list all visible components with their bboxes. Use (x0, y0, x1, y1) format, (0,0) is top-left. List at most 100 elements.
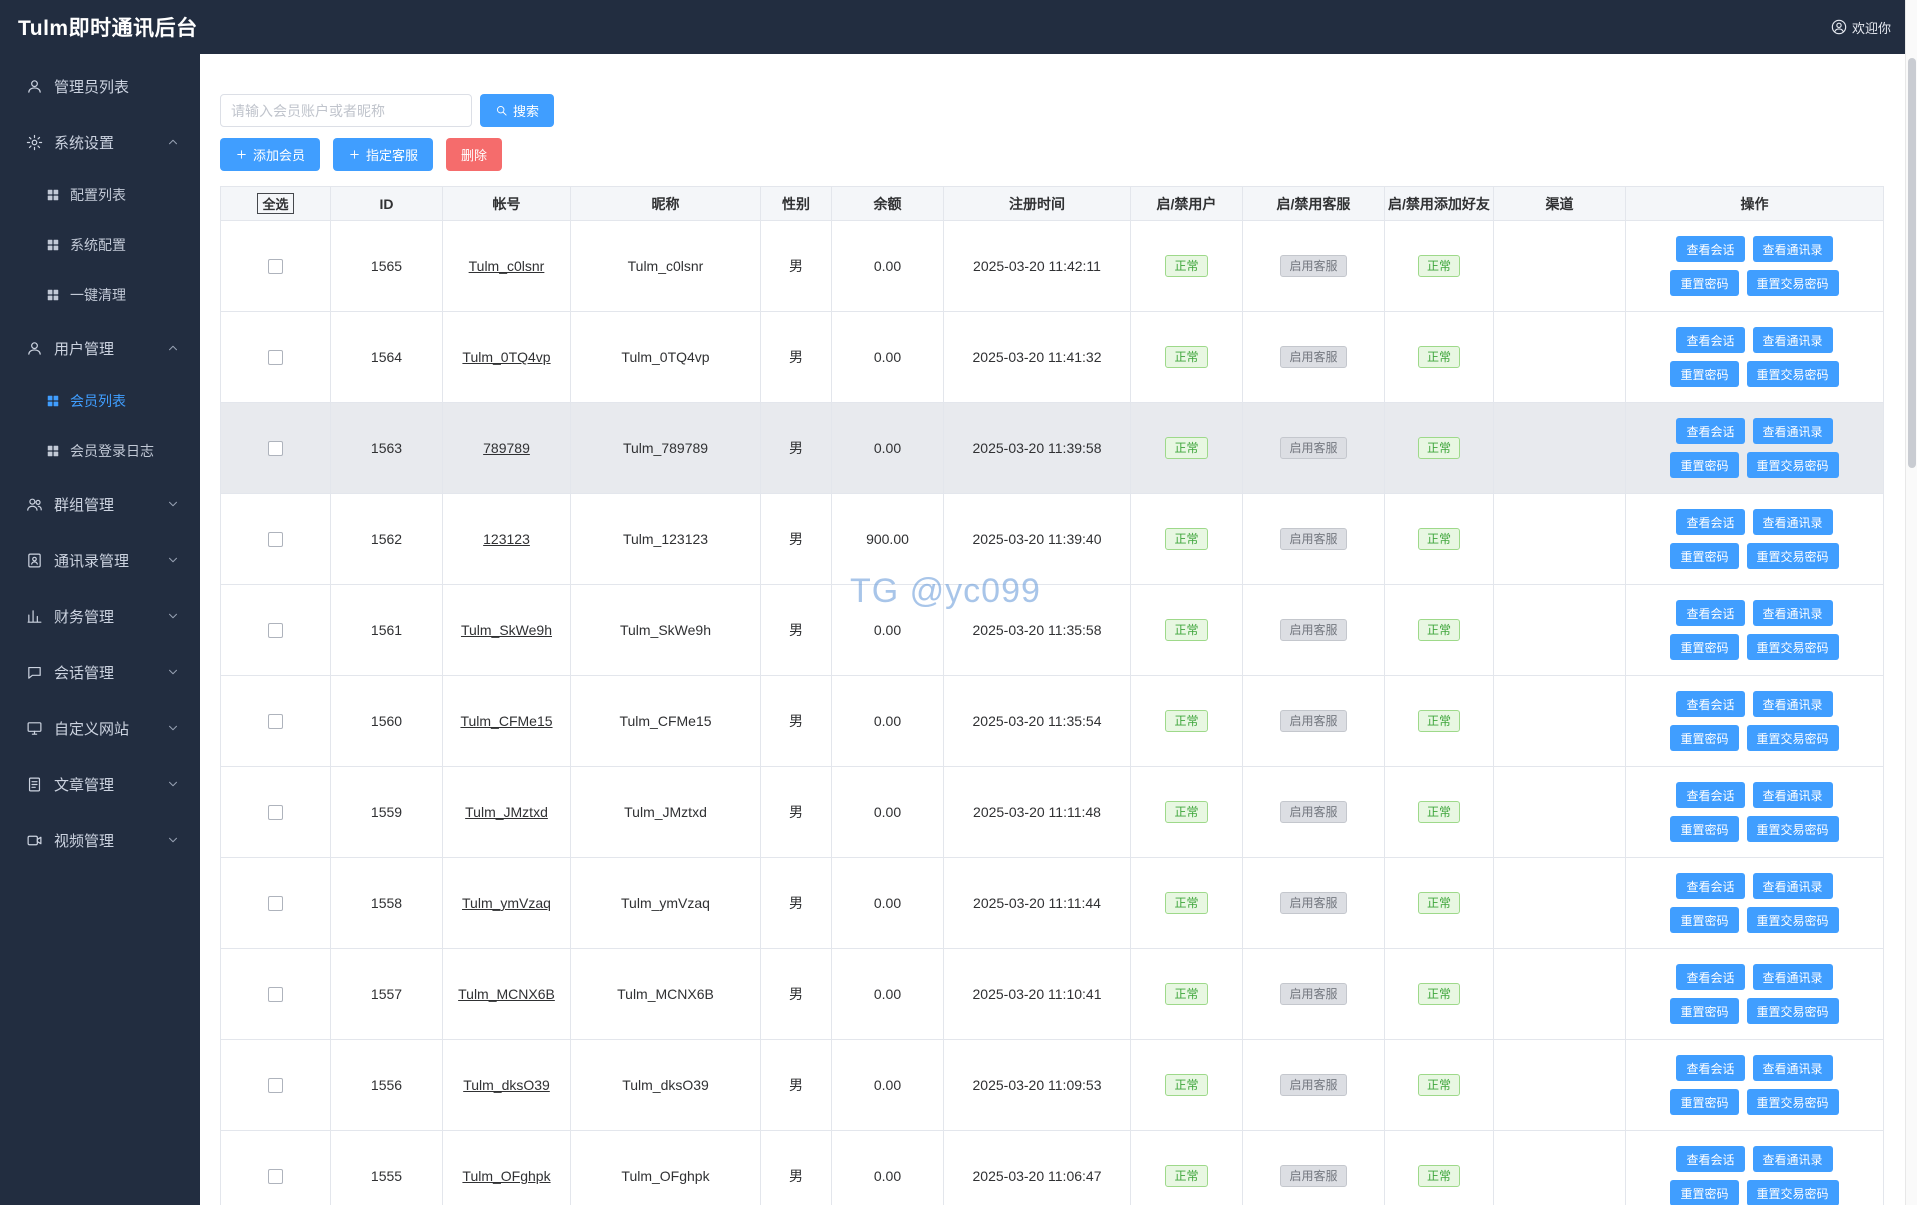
account-link[interactable]: Tulm_ymVzaq (462, 895, 551, 911)
row-checkbox[interactable] (268, 987, 283, 1003)
support-status-badge[interactable]: 启用客服 (1280, 437, 1347, 459)
account-link[interactable]: Tulm_CFMe15 (460, 713, 552, 729)
reset-password-button[interactable]: 重置密码 (1670, 270, 1739, 296)
friend-status-badge[interactable]: 正常 (1417, 1074, 1460, 1096)
support-status-badge[interactable]: 启用客服 (1280, 346, 1347, 368)
assign-support-button[interactable]: 指定客服 (333, 138, 434, 171)
user-status-badge[interactable]: 正常 (1165, 255, 1208, 277)
user-status-badge[interactable]: 正常 (1165, 1165, 1208, 1187)
view-session-button[interactable]: 查看会话 (1676, 964, 1745, 990)
sidebar-item-user-management[interactable]: 用户管理 (0, 320, 200, 376)
view-session-button[interactable]: 查看会话 (1676, 1146, 1745, 1172)
select-all-button[interactable]: 全选 (257, 193, 294, 214)
user-status-badge[interactable]: 正常 (1165, 346, 1208, 368)
friend-status-badge[interactable]: 正常 (1417, 255, 1460, 277)
support-status-badge[interactable]: 启用客服 (1280, 255, 1347, 277)
account-link[interactable]: Tulm_c0lsnr (469, 258, 545, 274)
view-contacts-button[interactable]: 查看通讯录 (1752, 964, 1833, 990)
view-contacts-button[interactable]: 查看通讯录 (1752, 600, 1833, 626)
delete-button[interactable]: 删除 (446, 138, 503, 171)
sidebar-subitem-system-config[interactable]: 系统配置 (0, 220, 200, 270)
sidebar-item-session-management[interactable]: 会话管理 (0, 644, 200, 700)
reset-trade-password-button[interactable]: 重置交易密码 (1746, 270, 1839, 296)
scrollbar-thumb[interactable] (1908, 58, 1916, 468)
friend-status-badge[interactable]: 正常 (1417, 983, 1460, 1005)
view-session-button[interactable]: 查看会话 (1676, 418, 1745, 444)
page-scrollbar[interactable] (1905, 0, 1917, 1205)
account-link[interactable]: 123123 (483, 531, 530, 547)
row-checkbox[interactable] (268, 1169, 283, 1185)
account-link[interactable]: Tulm_0TQ4vp (462, 349, 550, 365)
reset-trade-password-button[interactable]: 重置交易密码 (1746, 725, 1839, 751)
support-status-badge[interactable]: 启用客服 (1280, 1165, 1347, 1187)
sidebar-item-group-management[interactable]: 群组管理 (0, 476, 200, 532)
reset-password-button[interactable]: 重置密码 (1670, 998, 1739, 1024)
view-contacts-button[interactable]: 查看通讯录 (1752, 873, 1833, 899)
reset-trade-password-button[interactable]: 重置交易密码 (1746, 1180, 1839, 1205)
search-button[interactable]: 搜索 (480, 94, 555, 127)
view-contacts-button[interactable]: 查看通讯录 (1752, 327, 1833, 353)
view-session-button[interactable]: 查看会话 (1676, 873, 1745, 899)
row-checkbox[interactable] (268, 1078, 283, 1094)
reset-password-button[interactable]: 重置密码 (1670, 452, 1739, 478)
reset-trade-password-button[interactable]: 重置交易密码 (1746, 543, 1839, 569)
row-checkbox[interactable] (268, 896, 283, 912)
reset-password-button[interactable]: 重置密码 (1670, 725, 1739, 751)
support-status-badge[interactable]: 启用客服 (1280, 1074, 1347, 1096)
friend-status-badge[interactable]: 正常 (1417, 1165, 1460, 1187)
reset-password-button[interactable]: 重置密码 (1670, 361, 1739, 387)
friend-status-badge[interactable]: 正常 (1417, 346, 1460, 368)
add-member-button[interactable]: 添加会员 (220, 138, 321, 171)
sidebar-item-video-management[interactable]: 视频管理 (0, 812, 200, 868)
account-link[interactable]: Tulm_MCNX6B (458, 986, 555, 1002)
account-link[interactable]: 789789 (483, 440, 530, 456)
friend-status-badge[interactable]: 正常 (1417, 437, 1460, 459)
user-status-badge[interactable]: 正常 (1165, 983, 1208, 1005)
reset-trade-password-button[interactable]: 重置交易密码 (1746, 998, 1839, 1024)
reset-trade-password-button[interactable]: 重置交易密码 (1746, 907, 1839, 933)
support-status-badge[interactable]: 启用客服 (1280, 619, 1347, 641)
view-session-button[interactable]: 查看会话 (1676, 327, 1745, 353)
sidebar-item-finance-management[interactable]: 财务管理 (0, 588, 200, 644)
member-search-input[interactable] (220, 94, 472, 127)
welcome-menu[interactable]: 欢迎你 (1831, 18, 1891, 37)
view-session-button[interactable]: 查看会话 (1676, 782, 1745, 808)
user-status-badge[interactable]: 正常 (1165, 528, 1208, 550)
user-status-badge[interactable]: 正常 (1165, 1074, 1208, 1096)
row-checkbox[interactable] (268, 623, 283, 639)
reset-trade-password-button[interactable]: 重置交易密码 (1746, 634, 1839, 660)
view-session-button[interactable]: 查看会话 (1676, 600, 1745, 626)
row-checkbox[interactable] (268, 350, 283, 366)
user-status-badge[interactable]: 正常 (1165, 892, 1208, 914)
friend-status-badge[interactable]: 正常 (1417, 528, 1460, 550)
view-contacts-button[interactable]: 查看通讯录 (1752, 782, 1833, 808)
view-contacts-button[interactable]: 查看通讯录 (1752, 1055, 1833, 1081)
sidebar-item-custom-website[interactable]: 自定义网站 (0, 700, 200, 756)
reset-password-button[interactable]: 重置密码 (1670, 1089, 1739, 1115)
row-checkbox[interactable] (268, 532, 283, 548)
support-status-badge[interactable]: 启用客服 (1280, 892, 1347, 914)
sidebar-subitem-config-list[interactable]: 配置列表 (0, 170, 200, 220)
support-status-badge[interactable]: 启用客服 (1280, 983, 1347, 1005)
reset-password-button[interactable]: 重置密码 (1670, 816, 1739, 842)
reset-password-button[interactable]: 重置密码 (1670, 1180, 1739, 1205)
account-link[interactable]: Tulm_SkWe9h (461, 622, 552, 638)
friend-status-badge[interactable]: 正常 (1417, 710, 1460, 732)
friend-status-badge[interactable]: 正常 (1417, 619, 1460, 641)
friend-status-badge[interactable]: 正常 (1417, 801, 1460, 823)
view-session-button[interactable]: 查看会话 (1676, 1055, 1745, 1081)
reset-password-button[interactable]: 重置密码 (1670, 907, 1739, 933)
user-status-badge[interactable]: 正常 (1165, 710, 1208, 732)
reset-trade-password-button[interactable]: 重置交易密码 (1746, 452, 1839, 478)
reset-password-button[interactable]: 重置密码 (1670, 543, 1739, 569)
user-status-badge[interactable]: 正常 (1165, 801, 1208, 823)
view-session-button[interactable]: 查看会话 (1676, 236, 1745, 262)
sidebar-subitem-member-login-log[interactable]: 会员登录日志 (0, 426, 200, 476)
support-status-badge[interactable]: 启用客服 (1280, 528, 1347, 550)
view-session-button[interactable]: 查看会话 (1676, 691, 1745, 717)
sidebar-item-system-settings[interactable]: 系统设置 (0, 114, 200, 170)
row-checkbox[interactable] (268, 441, 283, 457)
row-checkbox[interactable] (268, 259, 283, 275)
reset-trade-password-button[interactable]: 重置交易密码 (1746, 361, 1839, 387)
view-contacts-button[interactable]: 查看通讯录 (1752, 691, 1833, 717)
